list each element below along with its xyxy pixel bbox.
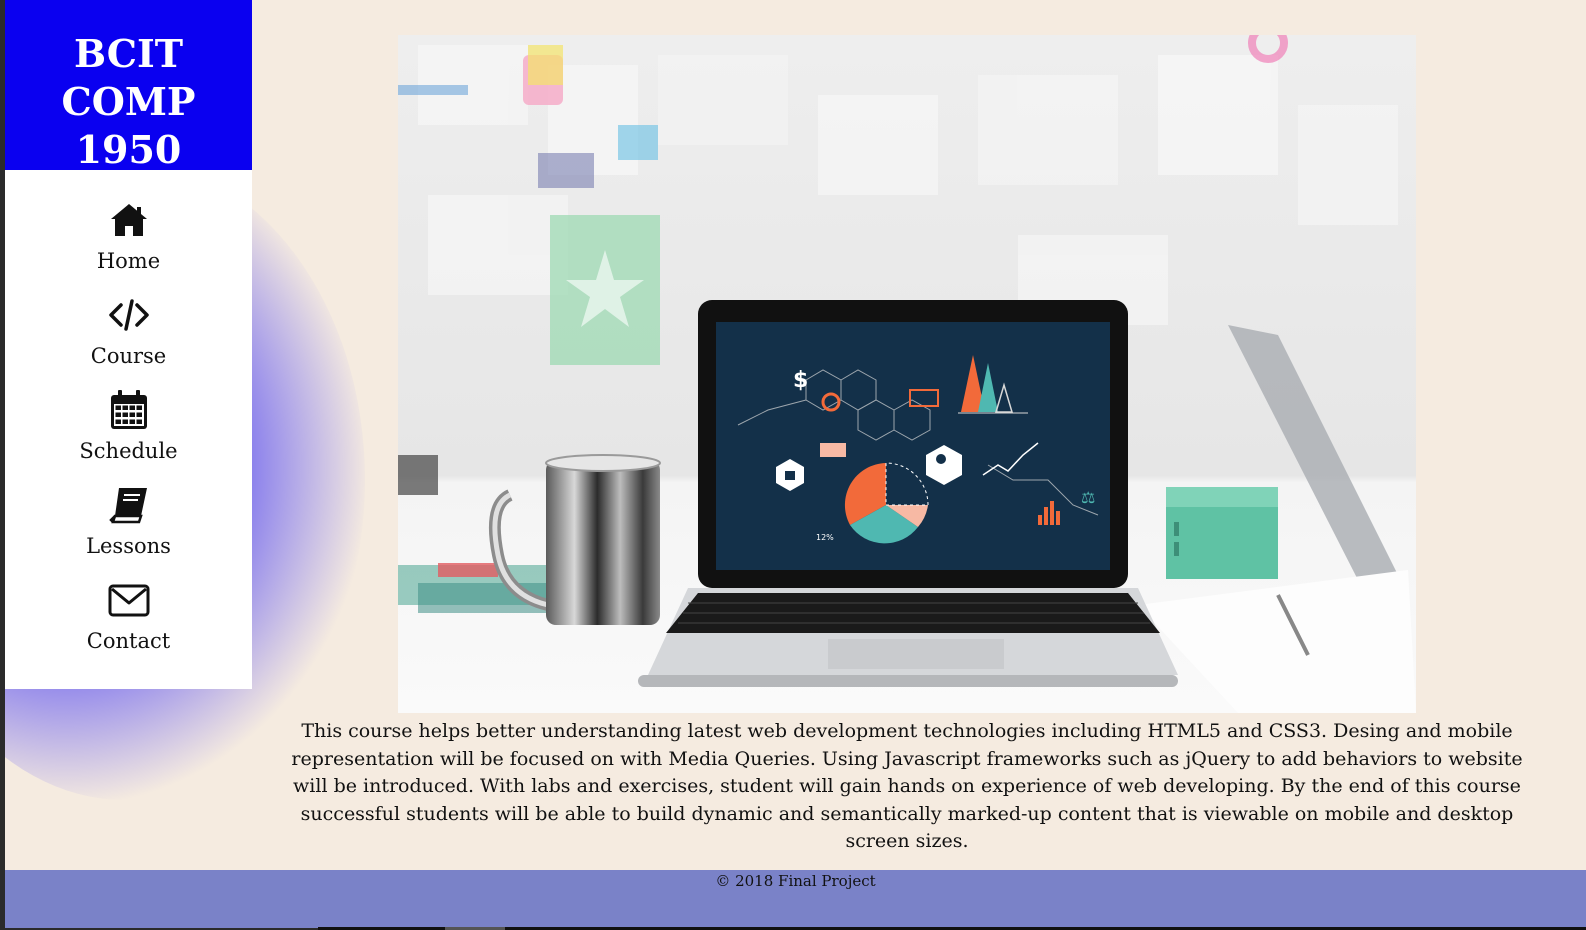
page-frame: BCIT COMP 1950 Home Course Schedule Less… <box>5 0 1586 928</box>
nav-label-course: Course <box>90 344 167 368</box>
main-nav: Home Course Schedule Lessons Contact <box>5 170 252 673</box>
calendar-icon <box>110 390 147 429</box>
page-footer: © 2018 Final Project <box>5 870 1586 928</box>
nav-item-contact[interactable]: Contact <box>5 578 252 673</box>
site-title-line1: BCIT COMP <box>61 31 196 124</box>
laptop-desk-photo: $ ⚖ 12% <box>398 35 1416 713</box>
hero-image: $ ⚖ 12% <box>398 35 1416 713</box>
nav-label-home: Home <box>96 249 161 273</box>
nav-label-schedule: Schedule <box>79 439 178 463</box>
envelope-icon <box>108 584 149 617</box>
sidebar: BCIT COMP 1950 Home Course Schedule Less… <box>5 0 252 689</box>
svg-text:⚖: ⚖ <box>1081 488 1095 507</box>
nav-item-course[interactable]: Course <box>5 293 252 388</box>
site-title-line2: 1950 <box>75 127 182 172</box>
nav-item-home[interactable]: Home <box>5 198 252 293</box>
home-icon <box>110 204 147 236</box>
svg-text:$: $ <box>793 368 808 393</box>
code-icon <box>108 299 149 331</box>
site-title[interactable]: BCIT COMP 1950 <box>5 0 252 172</box>
footer-copyright: © 2018 Final Project <box>715 872 876 890</box>
nav-item-schedule[interactable]: Schedule <box>5 388 252 483</box>
screen-percent-label: 12% <box>816 533 834 542</box>
book-icon <box>108 488 147 524</box>
nav-label-lessons: Lessons <box>86 534 171 558</box>
nav-label-contact: Contact <box>86 629 171 653</box>
nav-item-lessons[interactable]: Lessons <box>5 483 252 578</box>
course-description: This course helps better understanding l… <box>291 720 1523 852</box>
